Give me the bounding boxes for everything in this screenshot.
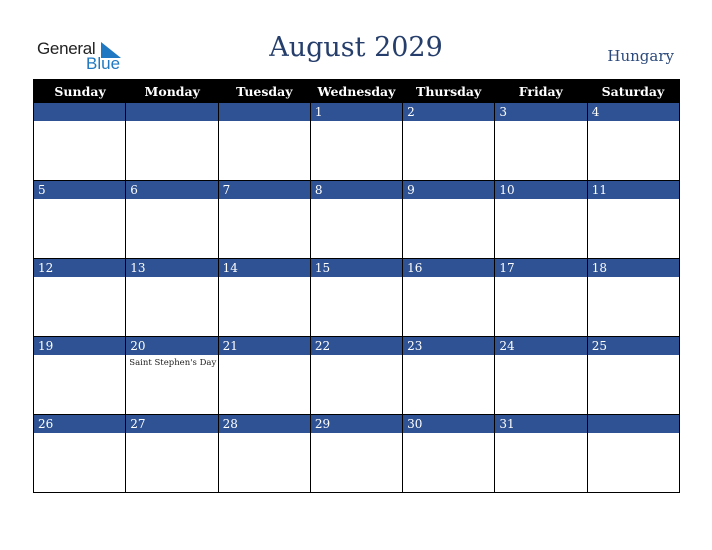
calendar-grid: Sunday Monday Tuesday Wednesday Thursday Frid… [33,79,680,493]
day-number: 22 [310,337,403,355]
day-number: 31 [495,415,587,433]
day-number: 11 [587,181,679,199]
day-number: 20 [126,337,218,355]
day-cell[interactable]: 9 [402,181,495,258]
day-cell[interactable] [586,415,679,492]
day-number: 17 [495,259,587,277]
day-cell[interactable]: 11 [586,181,679,258]
day-cell[interactable]: 14 [217,259,310,336]
day-number: 3 [495,103,587,121]
day-number: 24 [495,337,587,355]
day-number: 14 [218,259,310,277]
day-cell[interactable]: 26 [34,415,126,492]
weekday-monday: Monday [144,84,200,99]
day-number [218,103,310,121]
day-number: 21 [218,337,310,355]
day-number: 26 [34,415,126,433]
day-number: 30 [403,415,495,433]
weekday-saturday: Saturday [601,84,665,99]
day-number: 29 [310,415,403,433]
day-cell[interactable]: 8 [309,181,403,258]
day-cell[interactable] [125,103,218,180]
day-cell[interactable]: 10 [494,181,587,258]
day-cell[interactable]: 4 [586,103,679,180]
day-number: 19 [34,337,126,355]
day-cell[interactable]: 25 [586,337,679,414]
day-cell[interactable]: 7 [217,181,310,258]
day-number: 23 [403,337,495,355]
day-number: 6 [126,181,218,199]
day-cell[interactable]: 3 [494,103,587,180]
day-cell[interactable]: 24 [494,337,587,414]
day-cell[interactable]: 28 [217,415,310,492]
day-cell[interactable]: 22 [309,337,403,414]
day-number: 28 [218,415,310,433]
weekday-wednesday: Wednesday [317,84,396,99]
day-cell[interactable] [217,103,310,180]
day-number: 18 [587,259,679,277]
day-cell[interactable]: 29 [309,415,403,492]
day-cell[interactable]: 1 [309,103,403,180]
day-number: 8 [310,181,403,199]
day-number: 2 [403,103,495,121]
day-cell[interactable]: 16 [402,259,495,336]
day-number [126,103,218,121]
day-number: 25 [587,337,679,355]
day-cell[interactable]: 20 Saint Stephen's Day [125,337,218,414]
weekday-thursday: Thursday [416,84,482,99]
day-number: 27 [126,415,218,433]
day-number: 9 [403,181,495,199]
day-cell[interactable] [34,103,126,180]
day-cell[interactable]: 6 [125,181,218,258]
week-row: 12 13 14 15 16 17 18 [34,258,679,336]
weekday-sunday: Sunday [54,84,106,99]
weekday-tuesday: Tuesday [236,84,293,99]
day-number: 5 [34,181,126,199]
week-row: 19 20 Saint Stephen's Day 21 22 23 24 25 [34,336,679,414]
day-cell[interactable]: 13 [125,259,218,336]
week-row: 5 6 7 8 9 10 11 [34,180,679,258]
day-number: 7 [218,181,310,199]
day-cell[interactable]: 30 [402,415,495,492]
week-row: 26 27 28 29 30 31 [34,414,679,492]
day-number [34,103,126,121]
day-cell[interactable]: 21 [217,337,310,414]
day-cell[interactable]: 18 [586,259,679,336]
day-number: 16 [403,259,495,277]
country-label: Hungary [607,47,674,65]
day-number: 4 [587,103,679,121]
day-number: 15 [310,259,403,277]
day-number: 1 [310,103,403,121]
day-cell[interactable]: 15 [309,259,403,336]
holiday-label: Saint Stephen's Day [129,358,217,368]
day-cell[interactable]: 19 [34,337,126,414]
weekday-header: Sunday Monday Tuesday Wednesday Thursday Frid… [34,80,679,103]
day-number: 12 [34,259,126,277]
day-cell[interactable]: 23 [402,337,495,414]
day-cell[interactable]: 27 [125,415,218,492]
month-title: August 2029 [269,32,443,63]
day-number: 13 [126,259,218,277]
day-cell[interactable]: 12 [34,259,126,336]
day-cell[interactable]: 2 [402,103,495,180]
day-cell[interactable]: 17 [494,259,587,336]
day-cell[interactable]: 31 [494,415,587,492]
week-row: 1234 [34,103,679,180]
day-number: 10 [495,181,587,199]
day-cell[interactable]: 5 [34,181,126,258]
weekday-friday: Friday [518,84,563,99]
day-number [587,415,679,433]
